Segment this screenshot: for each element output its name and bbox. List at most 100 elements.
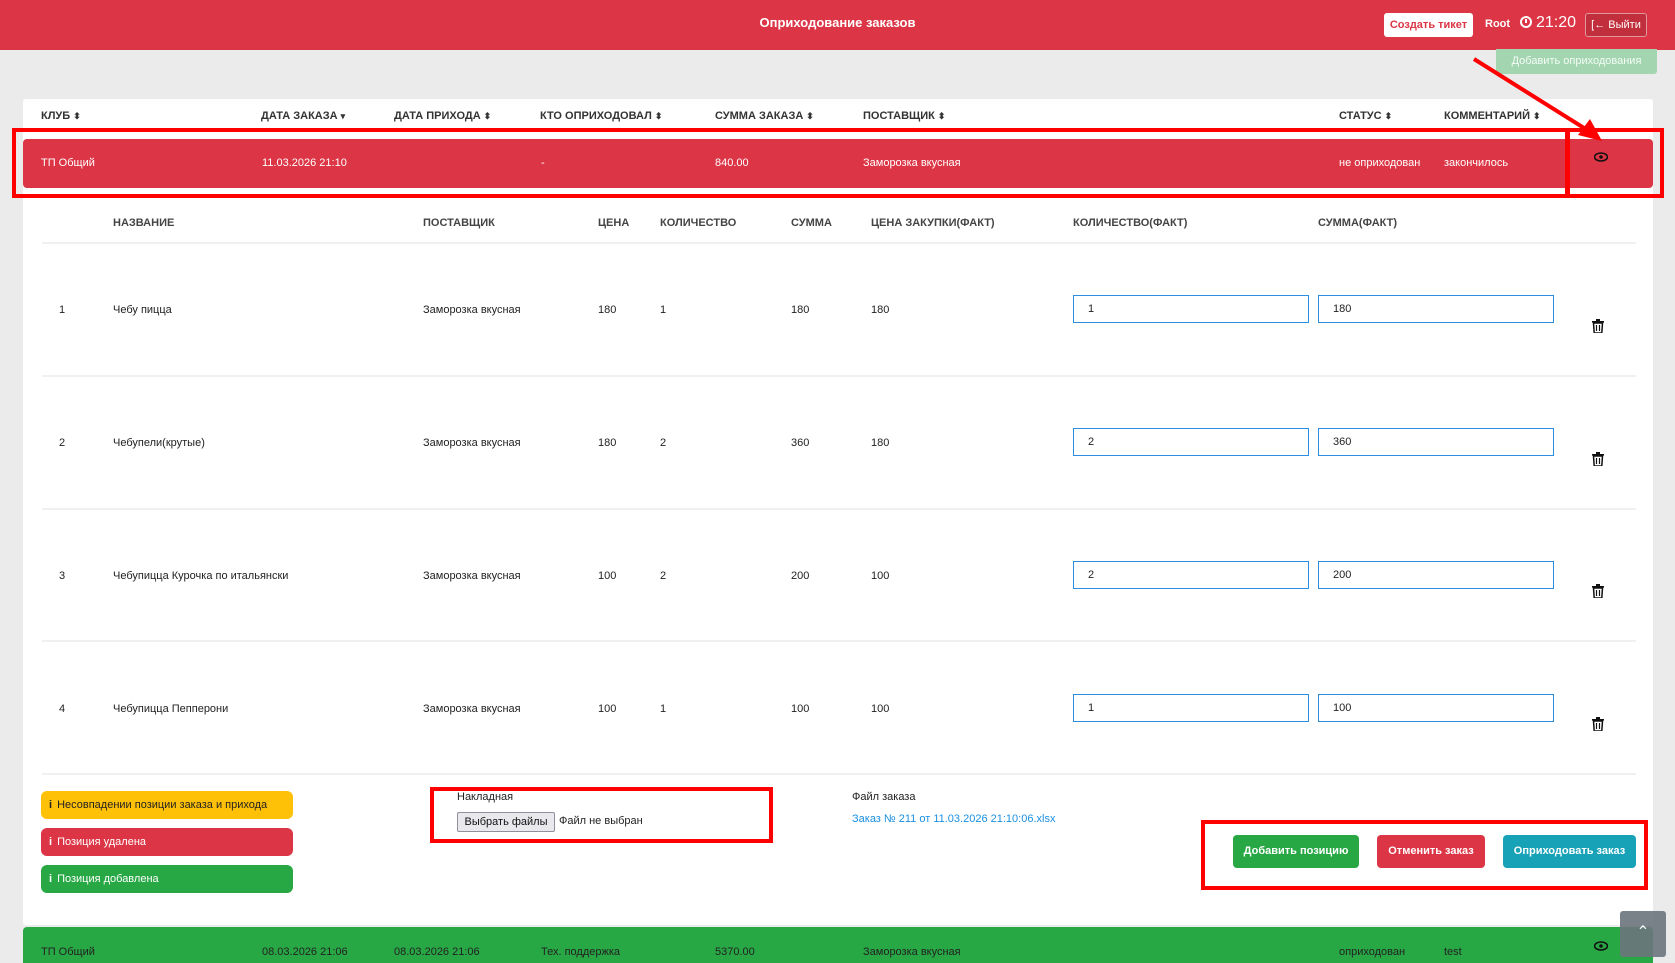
item-supplier: Заморозка вкусная xyxy=(423,570,521,582)
order-sum: 5370.00 xyxy=(715,946,755,958)
qty-fact-input[interactable] xyxy=(1073,561,1309,589)
column-header-status[interactable]: СТАТУС ⬍ xyxy=(1339,110,1392,122)
items-header-name: НАЗВАНИЕ xyxy=(113,217,175,229)
column-header-received-by[interactable]: КТО ОПРИХОДОВАЛ ⬍ xyxy=(540,110,662,122)
item-number: 4 xyxy=(59,703,66,715)
info-icon: i xyxy=(49,799,53,811)
legend-label: Позиция удалена xyxy=(57,836,147,848)
logout-icon: [← xyxy=(1591,19,1606,31)
trash-icon[interactable] xyxy=(1592,717,1604,731)
eye-icon[interactable] xyxy=(1594,152,1608,162)
items-header-qty: КОЛИЧЕСТВО xyxy=(660,217,737,229)
scroll-top-button[interactable]: ⌃ xyxy=(1620,911,1666,957)
info-icon: i xyxy=(49,873,53,885)
eye-icon[interactable] xyxy=(1594,941,1608,951)
order-date: 11.03.2026 21:10 xyxy=(262,157,347,169)
column-header-label: СТАТУС xyxy=(1339,110,1382,122)
item-number: 1 xyxy=(59,304,66,316)
items-header-supplier: ПОСТАВЩИК xyxy=(423,217,495,229)
column-header-arrival-date[interactable]: ДАТА ПРИХОДА ⬍ xyxy=(394,110,491,122)
column-header-label: КТО ОПРИХОДОВАЛ xyxy=(540,110,652,122)
legend-added: i Позиция добавлена xyxy=(41,865,293,893)
receive-order-button[interactable]: Оприходовать заказ xyxy=(1503,835,1636,868)
chevron-up-icon: ⌃ xyxy=(1636,924,1650,941)
legend-label: Несовпадении позиции заказа и прихода xyxy=(57,799,268,811)
order-supplier: Заморозка вкусная xyxy=(863,946,961,958)
clock-time: 21:20 xyxy=(1536,14,1577,31)
item-qty: 1 xyxy=(660,703,667,715)
row-divider xyxy=(42,640,1636,642)
sum-fact-input[interactable] xyxy=(1318,561,1554,589)
column-header-label: ПОСТАВЩИК xyxy=(863,110,935,122)
qty-fact-input[interactable] xyxy=(1073,295,1309,323)
qty-fact-input[interactable] xyxy=(1073,428,1309,456)
item-supplier: Заморозка вкусная xyxy=(423,703,521,715)
order-file-label: Файл заказа xyxy=(852,791,916,803)
items-header-sum: СУММА xyxy=(791,217,832,229)
item-qty: 1 xyxy=(660,304,667,316)
items-header-purchase-price: ЦЕНА ЗАКУПКИ(ФАКТ) xyxy=(871,217,995,229)
sort-icon: ⬍ xyxy=(654,111,663,121)
item-qty: 2 xyxy=(660,570,667,582)
qty-fact-input[interactable] xyxy=(1073,694,1309,722)
item-name: Чебупицца Курочка по итальянски xyxy=(113,570,289,582)
file-status: Файл не выбран xyxy=(559,815,643,827)
item-purchase-price: 100 xyxy=(871,570,890,582)
sum-fact-input[interactable] xyxy=(1318,428,1554,456)
column-header-label: КОММЕНТАРИЙ xyxy=(1444,110,1530,122)
items-header-sum-fact: СУММА(ФАКТ) xyxy=(1318,217,1398,229)
legend-deleted: i Позиция удалена xyxy=(41,828,293,856)
sort-icon: ⬍ xyxy=(937,111,946,121)
order-supplier: Заморозка вкусная xyxy=(863,157,961,169)
trash-icon[interactable] xyxy=(1592,452,1604,466)
choose-files-button[interactable]: Выбрать файлы xyxy=(457,812,555,832)
sort-icon: ⬍ xyxy=(483,111,492,121)
row-divider xyxy=(42,242,1636,244)
order-sum: 840.00 xyxy=(715,157,749,169)
item-name: Чебупели(крутые) xyxy=(113,437,205,449)
item-name: Чебупицца Пепперони xyxy=(113,703,229,715)
logout-button[interactable]: [← Выйти xyxy=(1585,13,1647,37)
trash-icon[interactable] xyxy=(1592,319,1604,333)
order-date: 08.03.2026 21:06 xyxy=(262,946,348,958)
add-receipt-button[interactable]: Добавить оприходования xyxy=(1496,49,1657,74)
item-price: 180 xyxy=(598,304,617,316)
column-header-comment[interactable]: КОММЕНТАРИЙ ⬍ xyxy=(1444,110,1541,122)
item-price: 100 xyxy=(598,703,617,715)
create-ticket-button[interactable]: Создать тикет xyxy=(1384,13,1473,37)
order-club: ТП Общий xyxy=(41,157,95,169)
column-header-supplier[interactable]: ПОСТАВЩИК ⬍ xyxy=(863,110,945,122)
order-received-by: - xyxy=(541,157,545,169)
username: Root xyxy=(1485,18,1511,30)
row-divider xyxy=(42,375,1636,377)
order-file-link[interactable]: Заказ № 211 от 11.03.2026 21:10:06.xlsx xyxy=(852,813,1055,825)
legend-label: Позиция добавлена xyxy=(57,873,159,885)
item-supplier: Заморозка вкусная xyxy=(423,304,521,316)
item-number: 3 xyxy=(59,570,66,582)
trash-icon[interactable] xyxy=(1592,584,1604,598)
clock-icon xyxy=(1520,16,1532,28)
item-sum: 180 xyxy=(791,304,810,316)
order-status: не оприходован xyxy=(1339,157,1421,169)
clock: 21:20 xyxy=(1520,14,1576,32)
item-sum: 200 xyxy=(791,570,810,582)
column-header-order-date[interactable]: ДАТА ЗАКАЗА ▾ xyxy=(261,110,345,122)
column-header-order-sum[interactable]: СУММА ЗАКАЗА ⬍ xyxy=(715,110,814,122)
sort-icon: ⬍ xyxy=(1533,111,1541,121)
order-arrival-date: 08.03.2026 21:06 xyxy=(394,946,480,958)
order-comment: test xyxy=(1444,946,1462,958)
sum-fact-input[interactable] xyxy=(1318,295,1554,323)
add-position-button[interactable]: Добавить позицию xyxy=(1233,835,1359,868)
column-header-label: СУММА ЗАКАЗА xyxy=(715,110,804,122)
item-qty: 2 xyxy=(660,437,667,449)
column-header-club[interactable]: КЛУБ ⬍ xyxy=(41,110,81,122)
item-purchase-price: 180 xyxy=(871,437,890,449)
cancel-order-button[interactable]: Отменить заказ xyxy=(1377,835,1485,868)
items-header-qty-fact: КОЛИЧЕСТВО(ФАКТ) xyxy=(1073,217,1188,229)
order-received-by: Тех. поддержка xyxy=(541,946,621,958)
order-status: оприходован xyxy=(1339,946,1406,958)
sum-fact-input[interactable] xyxy=(1318,694,1554,722)
item-sum: 100 xyxy=(791,703,810,715)
legend-mismatch: i Несовпадении позиции заказа и прихода xyxy=(41,791,293,819)
info-icon: i xyxy=(49,836,53,848)
